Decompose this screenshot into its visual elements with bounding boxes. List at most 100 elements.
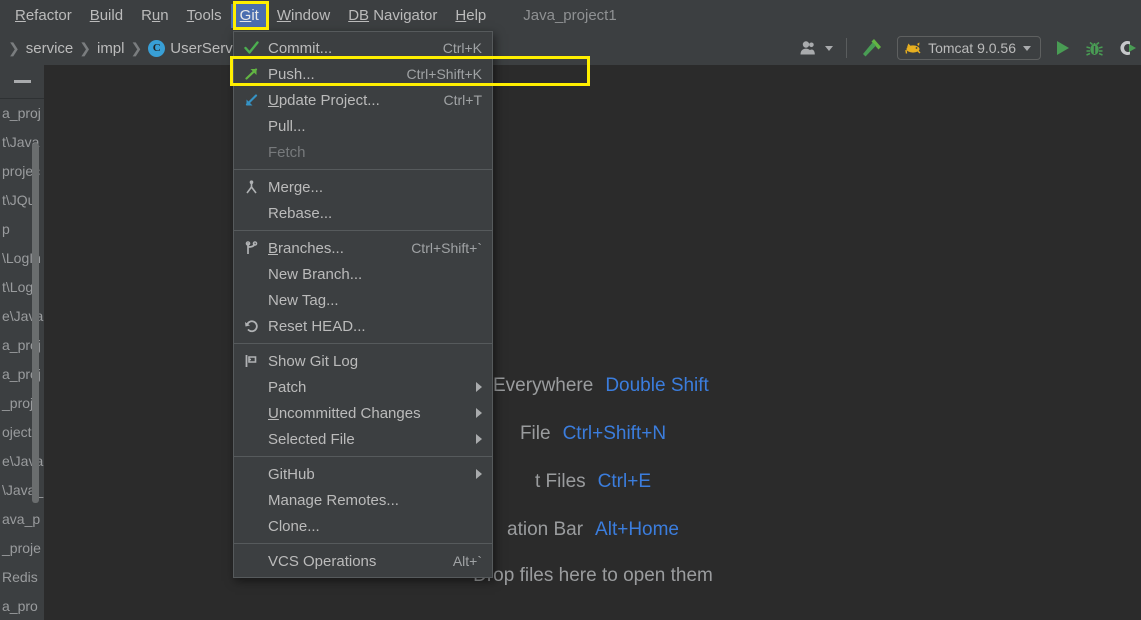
menu-item-commit[interactable]: Commit... Ctrl+K	[234, 35, 492, 61]
menu-item-label: Clone...	[268, 517, 320, 535]
recent-project-item[interactable]: a_proj	[0, 99, 45, 128]
menu-separator	[234, 343, 492, 344]
recent-project-item[interactable]: _proje	[0, 534, 45, 563]
menu-item-shortcut: Alt+`	[452, 553, 482, 569]
menu-item-show-git-log[interactable]: Show Git Log	[234, 348, 492, 374]
intellij-window: Refactor Build Run Tools Git Window DB Navigat…	[0, 0, 1141, 620]
breadcrumb-item-service[interactable]: service	[26, 40, 74, 57]
run-configuration-selector[interactable]: Tomcat 9.0.56	[897, 36, 1041, 60]
editor-empty-area: h Everywhere Double Shift File Ctrl+Shift+N…	[45, 65, 1141, 620]
menu-item-shortcut: Ctrl+T	[443, 92, 483, 108]
menu-separator	[234, 230, 492, 231]
menu-item-pull[interactable]: Pull...	[234, 113, 492, 139]
editor-hint-shortcut: Ctrl+Shift+N	[562, 423, 667, 444]
menu-item-manage-remotes[interactable]: Manage Remotes...	[234, 487, 492, 513]
menu-build[interactable]: Build	[81, 4, 132, 28]
menu-item-label: Branches...	[268, 239, 344, 257]
build-project-button[interactable]	[853, 31, 891, 65]
menu-item-branches[interactable]: Branches... Ctrl+Shift+`	[234, 235, 492, 261]
menu-item-new-branch[interactable]: New Branch...	[234, 261, 492, 287]
push-arrow-up-icon	[234, 61, 268, 87]
menu-item-label: Rebase...	[268, 204, 333, 222]
menu-item-shortcut: Ctrl+Shift+`	[411, 240, 482, 256]
menu-item-selected-file[interactable]: Selected File	[234, 426, 492, 452]
menu-run[interactable]: Run	[132, 4, 178, 28]
debug-button[interactable]	[1078, 31, 1111, 65]
vertical-scrollbar[interactable]	[32, 143, 39, 503]
menu-item-label: New Branch...	[268, 265, 363, 283]
menu-item-push[interactable]: Push... Ctrl+Shift+K	[234, 61, 492, 87]
recent-project-item[interactable]: Redis	[0, 563, 45, 592]
menu-item-reset-head[interactable]: Reset HEAD...	[234, 313, 492, 339]
submenu-arrow-icon	[476, 382, 482, 392]
menu-item-no-icon	[234, 200, 268, 226]
breadcrumb-separator-icon: ❯	[79, 39, 91, 56]
menu-git[interactable]: Git	[230, 3, 268, 28]
menu-item-no-icon	[234, 374, 268, 400]
breadcrumb-separator-icon: ❯	[130, 39, 143, 56]
editor-hint-shortcut: Double Shift	[605, 375, 709, 396]
run-button[interactable]	[1047, 31, 1078, 65]
user-account-button[interactable]	[793, 31, 840, 65]
build-hammer-icon	[863, 39, 882, 57]
update-arrow-down-icon	[234, 87, 268, 113]
editor-hint-label: ation Bar	[507, 519, 584, 540]
git-log-icon	[234, 348, 268, 374]
editor-hint-row: h Everywhere Double Shift	[45, 375, 1141, 423]
menu-item-rebase[interactable]: Rebase...	[234, 200, 492, 226]
editor-hint-label: t Files	[534, 471, 586, 492]
editor-hint-label: h Everywhere	[477, 375, 594, 396]
menu-window[interactable]: Window	[268, 4, 339, 28]
submenu-arrow-icon	[476, 469, 482, 479]
menu-item-vcs-operations[interactable]: VCS Operations Alt+`	[234, 548, 492, 574]
tomcat-cat-icon	[905, 42, 921, 54]
menu-item-label: Patch	[268, 378, 307, 396]
menu-item-label: VCS Operations	[268, 552, 377, 570]
menu-item-label: Selected File	[268, 430, 355, 448]
editor-hint-row: ation Bar Alt+Home	[45, 519, 1141, 567]
menu-item-shortcut: Ctrl+K	[442, 40, 482, 56]
reset-undo-icon	[234, 313, 268, 339]
menu-item-no-icon	[234, 426, 268, 452]
menu-item-no-icon	[234, 461, 268, 487]
menu-item-no-icon	[234, 139, 268, 165]
menu-item-no-icon	[234, 287, 268, 313]
menu-item-label: Manage Remotes...	[268, 491, 399, 509]
menu-db-navigator[interactable]: DB Navigator	[339, 4, 446, 28]
menu-item-patch[interactable]: Patch	[234, 374, 492, 400]
menu-item-no-icon	[234, 487, 268, 513]
recent-project-item[interactable]: a_pro	[0, 592, 45, 620]
menu-item-clone[interactable]: Clone...	[234, 513, 492, 539]
menu-item-merge[interactable]: Merge...	[234, 174, 492, 200]
debug-bug-icon	[1086, 41, 1103, 56]
menu-item-update-project[interactable]: Update Project... Ctrl+T	[234, 87, 492, 113]
branch-icon	[234, 235, 268, 261]
menu-item-github[interactable]: GitHub	[234, 461, 492, 487]
menu-tools[interactable]: Tools	[178, 4, 231, 28]
tool-window-header	[0, 65, 45, 99]
toolbar-right: Tomcat 9.0.56	[793, 31, 1141, 65]
editor-hint-row: t Files Ctrl+E	[45, 471, 1141, 519]
run-with-coverage-button[interactable]	[1111, 31, 1139, 65]
chevron-down-icon	[825, 45, 834, 51]
menu-item-label: Show Git Log	[268, 352, 359, 370]
menu-item-new-tag[interactable]: New Tag...	[234, 287, 492, 313]
editor-hints: h Everywhere Double Shift File Ctrl+Shift+N…	[45, 375, 1141, 567]
drop-files-text: Drop files here to open them	[473, 565, 713, 586]
menu-separator	[234, 456, 492, 457]
menu-refactor[interactable]: Refactor	[6, 4, 81, 28]
editor-hint-shortcut: Alt+Home	[595, 519, 679, 540]
menu-help[interactable]: Help	[446, 4, 495, 28]
user-avatar-icon	[800, 41, 815, 55]
breadcrumb-item-impl[interactable]: impl	[97, 40, 125, 57]
git-dropdown-menu[interactable]: Commit... Ctrl+K Push... Ctrl+Shift+K Update…	[233, 31, 493, 578]
editor-hint-shortcut: Ctrl+E	[597, 471, 651, 492]
run-play-icon	[1057, 41, 1069, 55]
menu-item-uncommitted-changes[interactable]: Uncommitted Changes	[234, 400, 492, 426]
recent-project-item[interactable]: ava_p	[0, 505, 45, 534]
commit-check-icon	[234, 35, 268, 61]
menu-bar: Refactor Build Run Tools Git Window DB Navigat…	[0, 0, 1141, 31]
recent-projects-panel: a_proj t\Java projec t\JQu p \LogIn t\Log e\Jav…	[0, 65, 45, 620]
toolbar-divider	[846, 38, 848, 58]
minimize-icon[interactable]	[14, 80, 31, 83]
